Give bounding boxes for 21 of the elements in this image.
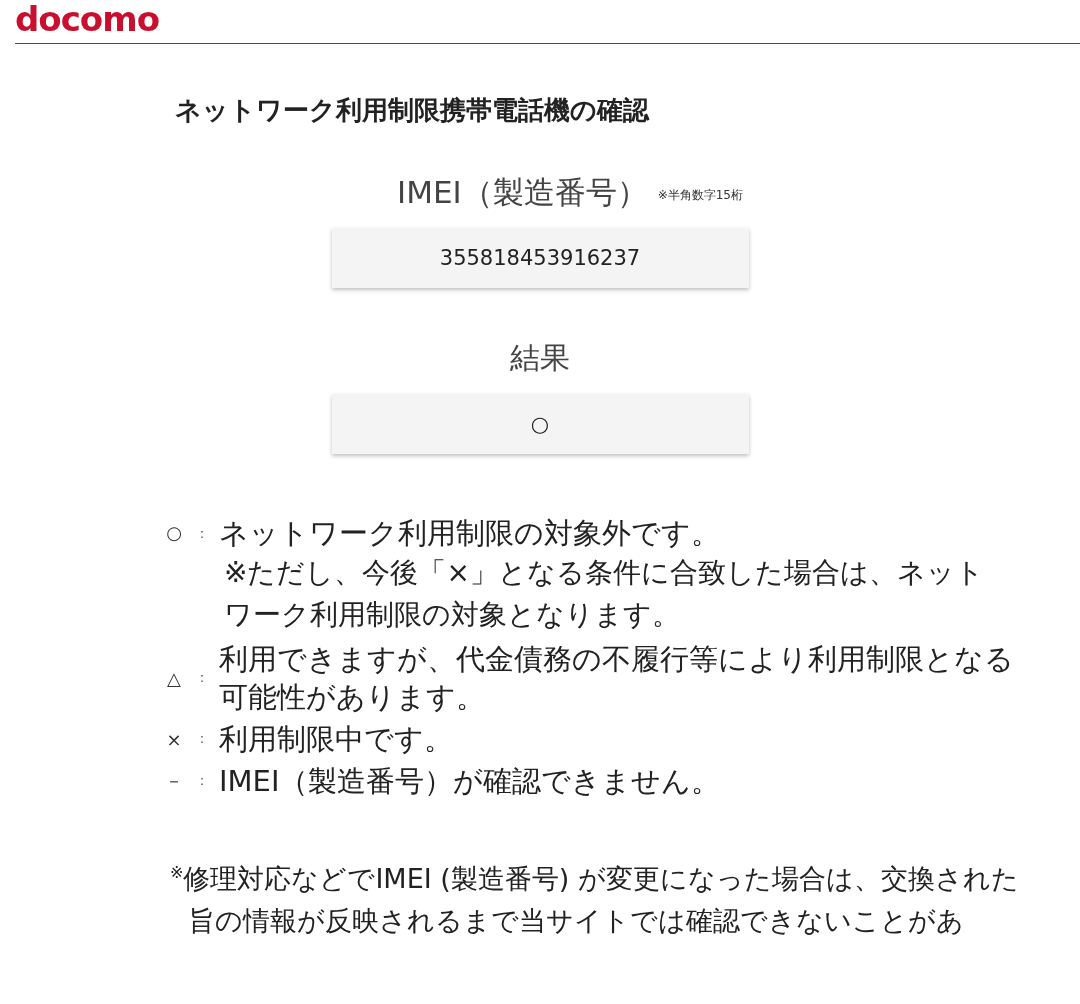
legend-text: IMEI（製造番号）が確認できません。 xyxy=(219,763,722,800)
page-title: ネットワーク利用制限携帯電話機の確認 xyxy=(175,94,651,127)
field-hint: ※半角数字15桁 xyxy=(657,187,743,204)
result-field: ○ xyxy=(331,394,749,454)
legend-symbol: － xyxy=(164,769,184,793)
imei-field[interactable]: 355818453916237 xyxy=(331,228,749,288)
result-label: 結果 xyxy=(510,339,570,377)
legend-text: 利用できますが、代金債務の不履行等により利用制限となる可能性があります。 xyxy=(219,641,1015,716)
separator: ： xyxy=(194,524,210,543)
legend-symbol: ○ xyxy=(165,521,183,545)
legend-symbol: × xyxy=(165,728,183,750)
separator: ： xyxy=(194,730,210,748)
footnote: $^{※}$修理対応などでIMEI (製造番号) が変更になった場合は、交換された旨の情報が反映されるまで当サイトでは確認できないことがあ xyxy=(170,862,1020,938)
legend-text: 利用制限中です。 xyxy=(219,721,454,758)
legend-symbol: △ xyxy=(166,667,182,689)
separator: ： xyxy=(194,669,210,687)
separator: ： xyxy=(194,772,210,790)
legend-text: ネットワーク利用制限の対象外です。 xyxy=(219,515,721,552)
field-label: IMEI（製造番号） xyxy=(397,173,648,212)
legend-note: ※ただし、今後「×」となる条件に合致した場合は、ネットワーク利用制限の対象となります。 xyxy=(224,555,984,633)
logo: docomo xyxy=(15,0,159,38)
